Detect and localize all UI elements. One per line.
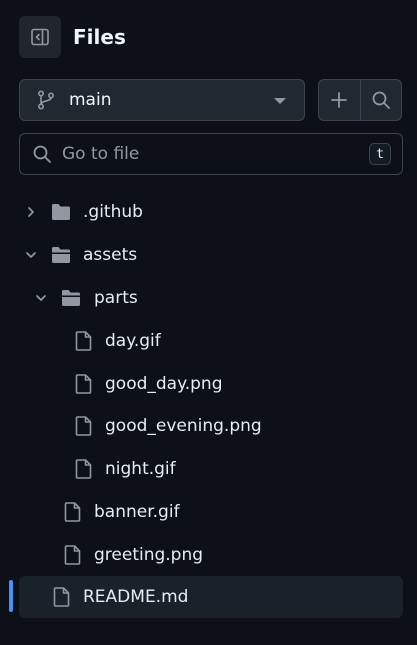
- file-icon: [75, 459, 92, 479]
- tree-item-github[interactable]: .github: [19, 191, 403, 234]
- file-actions: [318, 79, 402, 121]
- tree-item-label: good_day.png: [105, 373, 223, 394]
- git-branch-icon: [37, 90, 55, 110]
- chevron-down-icon[interactable]: [24, 248, 38, 262]
- tree-item-label: banner.gif: [94, 501, 180, 522]
- folder-icon: [52, 204, 70, 221]
- tree-item-label: good_evening.png: [105, 416, 262, 437]
- branch-name: main: [69, 90, 112, 110]
- tree-item-good-evening-png[interactable]: good_evening.png: [19, 405, 403, 448]
- chevron-down-icon: [274, 98, 286, 104]
- go-to-file-input[interactable]: Go to file t: [19, 133, 403, 175]
- chevron-right-icon[interactable]: [24, 205, 38, 219]
- tree-item-greeting-png[interactable]: greeting.png: [19, 533, 403, 576]
- tree-item-label: .github: [83, 202, 143, 223]
- tree-item-label: parts: [94, 287, 138, 308]
- folder-open-icon: [62, 289, 80, 306]
- tree-item-label: greeting.png: [94, 544, 204, 565]
- tree-item-good-day-png[interactable]: good_day.png: [19, 362, 403, 405]
- files-header: Files: [19, 15, 126, 59]
- keyboard-shortcut-badge: t: [369, 143, 391, 165]
- tree-item-banner-gif[interactable]: banner.gif: [19, 491, 403, 534]
- file-tree: .github assets parts day.gif good_day.pn…: [19, 191, 403, 619]
- tree-item-label: day.gif: [105, 330, 161, 351]
- tree-item-parts[interactable]: parts: [19, 277, 403, 320]
- plus-icon: [331, 92, 348, 108]
- tree-item-day-gif[interactable]: day.gif: [19, 319, 403, 362]
- tree-item-label: README.md: [83, 587, 189, 608]
- file-icon: [75, 373, 92, 394]
- branch-selector[interactable]: main: [19, 79, 305, 121]
- tree-item-label: night.gif: [105, 459, 176, 480]
- add-file-button[interactable]: [319, 80, 360, 120]
- file-icon: [75, 416, 92, 437]
- collapse-sidebar-button[interactable]: [19, 16, 61, 58]
- sidebar-collapse-icon: [31, 28, 49, 46]
- file-icon: [53, 587, 70, 607]
- file-icon: [64, 502, 81, 522]
- folder-open-icon: [52, 247, 70, 264]
- tree-item-night-gif[interactable]: night.gif: [19, 448, 403, 491]
- selected-indicator: [9, 580, 13, 612]
- tree-item-readme-md[interactable]: README.md: [19, 576, 403, 619]
- search-icon: [372, 91, 390, 109]
- search-icon: [33, 145, 51, 163]
- tree-item-assets[interactable]: assets: [19, 234, 403, 277]
- file-icon: [64, 544, 81, 565]
- search-code-button[interactable]: [360, 80, 401, 120]
- search-placeholder: Go to file: [62, 144, 140, 164]
- chevron-down-icon[interactable]: [34, 291, 48, 305]
- page-title: Files: [73, 25, 126, 49]
- tree-item-label: assets: [83, 245, 138, 266]
- file-icon: [75, 330, 92, 351]
